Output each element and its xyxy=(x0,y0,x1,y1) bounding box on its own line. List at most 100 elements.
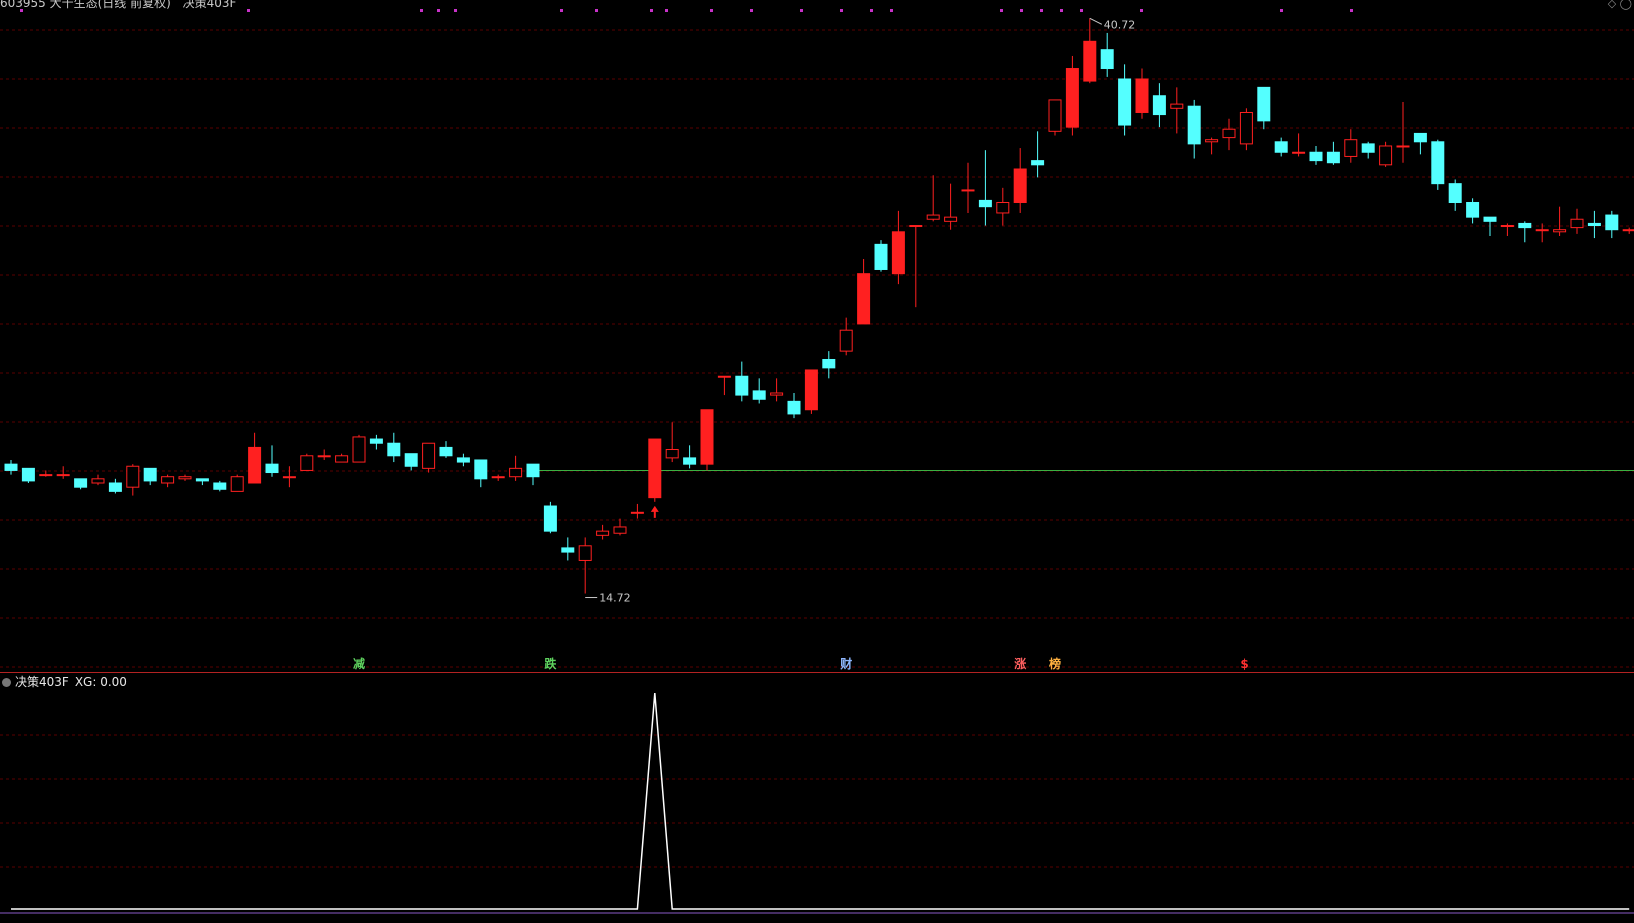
candle-body xyxy=(1118,78,1132,126)
diamond-icon[interactable]: ◇ ◯ xyxy=(1608,0,1632,10)
candle xyxy=(404,453,418,471)
candle xyxy=(1083,18,1097,84)
candle-body xyxy=(161,476,175,484)
candle-body xyxy=(56,474,70,477)
candle-body xyxy=(1187,105,1201,145)
candle xyxy=(195,478,209,486)
candle xyxy=(1361,141,1375,159)
candle-body xyxy=(1500,225,1514,228)
candle xyxy=(770,378,784,402)
candle-body xyxy=(369,438,383,444)
candle xyxy=(1031,131,1045,178)
candle-body xyxy=(1622,229,1634,232)
signal-dot xyxy=(420,9,423,12)
candle xyxy=(91,474,105,486)
candle xyxy=(1587,210,1601,239)
low-price-label: 14.72 xyxy=(599,592,631,605)
candle-body xyxy=(1326,151,1340,164)
candle xyxy=(1413,132,1427,155)
candle xyxy=(1239,108,1253,151)
candle xyxy=(317,449,331,460)
indicator-chart[interactable] xyxy=(0,673,1634,919)
candle-body xyxy=(1170,103,1184,109)
candle xyxy=(543,501,557,534)
candle xyxy=(1605,210,1619,239)
candle-body xyxy=(735,375,749,396)
candle xyxy=(74,478,88,490)
candle-body xyxy=(752,390,766,400)
signal-dot xyxy=(595,9,598,12)
candle xyxy=(1222,118,1236,151)
signal-dot xyxy=(750,9,753,12)
candle xyxy=(282,466,296,488)
candle xyxy=(1152,83,1166,128)
indicator-panel[interactable] xyxy=(0,673,1634,919)
candle-body xyxy=(1152,95,1166,116)
candle xyxy=(143,467,157,486)
high-price-label: 40.72 xyxy=(1104,18,1136,31)
signal-dot xyxy=(1060,9,1063,12)
candle-body xyxy=(1065,68,1079,128)
buy-arrow-icon xyxy=(650,505,659,518)
signal-dot xyxy=(1000,9,1003,12)
candle xyxy=(1257,86,1271,130)
candle xyxy=(1048,99,1062,136)
candle-body xyxy=(926,214,940,220)
candle xyxy=(21,467,35,483)
candle xyxy=(857,259,871,325)
candle xyxy=(752,378,766,404)
candle-body xyxy=(822,358,836,369)
candle-body xyxy=(961,189,975,192)
candle-body xyxy=(387,442,401,457)
candle-body xyxy=(770,392,784,396)
candle-body xyxy=(630,511,644,514)
candle-body xyxy=(265,463,279,474)
candle-body xyxy=(665,449,679,459)
candle-body xyxy=(404,453,418,467)
candle-body xyxy=(1587,222,1601,227)
candle xyxy=(822,351,836,379)
candle xyxy=(717,375,731,396)
signal-dot xyxy=(560,9,563,12)
candle xyxy=(335,453,349,463)
signal-dot xyxy=(1140,9,1143,12)
candle-body xyxy=(108,482,122,492)
candle-body xyxy=(352,436,366,463)
candle-body xyxy=(126,465,140,488)
signal-dot xyxy=(1020,9,1023,12)
candle xyxy=(613,518,627,536)
candle-body xyxy=(300,455,314,471)
candle xyxy=(700,409,714,471)
price-chart-panel[interactable]: 40.72 14.72 减 跌 财 涨 榜 $ xyxy=(0,0,1634,672)
candle-body xyxy=(474,459,488,480)
candle-body xyxy=(91,478,105,484)
signal-dot xyxy=(840,9,843,12)
candle-body xyxy=(1483,216,1497,222)
candle xyxy=(578,537,592,594)
candle xyxy=(248,432,262,484)
candle-body xyxy=(1570,218,1584,229)
candle-body xyxy=(439,446,453,457)
candle xyxy=(996,187,1010,226)
candle-body xyxy=(1553,229,1567,233)
candle xyxy=(526,463,540,486)
candle xyxy=(787,392,801,419)
candle-body xyxy=(543,505,557,532)
candle xyxy=(735,361,749,402)
candle xyxy=(1379,141,1393,167)
candle xyxy=(926,175,940,222)
candle xyxy=(178,474,192,481)
candle xyxy=(509,455,523,481)
candle-body xyxy=(422,442,436,469)
stock-title[interactable]: 603955 大千生态(日线 前复权) xyxy=(0,0,171,10)
candle xyxy=(891,210,905,285)
candle xyxy=(1100,32,1114,77)
candle xyxy=(596,524,610,540)
candlestick-chart[interactable]: 40.72 14.72 减 跌 财 涨 榜 $ xyxy=(0,0,1634,672)
candle xyxy=(230,474,244,492)
candle xyxy=(56,466,70,479)
candle xyxy=(1170,87,1184,134)
candle-body xyxy=(74,478,88,488)
formula-title[interactable]: 决策403F xyxy=(183,0,237,10)
candle-body xyxy=(456,457,470,463)
